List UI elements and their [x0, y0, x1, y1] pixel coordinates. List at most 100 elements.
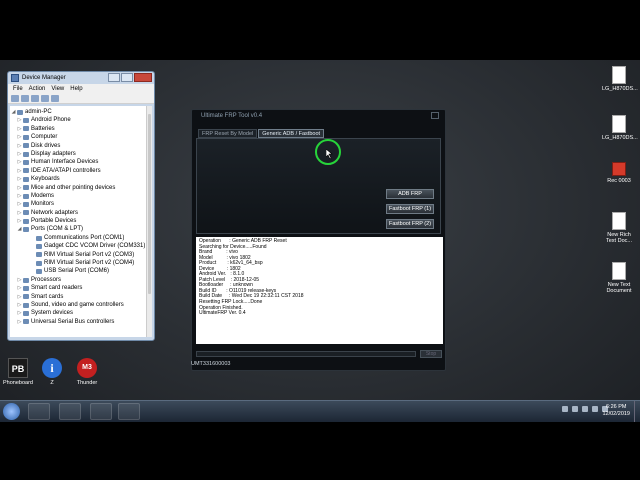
adb-frp-button[interactable]: ADB FRP: [386, 189, 434, 199]
tree-expander-icon[interactable]: ▷: [17, 217, 22, 225]
help-icon[interactable]: [41, 94, 49, 102]
tree-item[interactable]: ▷ Computer: [10, 133, 146, 141]
show-desktop-button[interactable]: [634, 401, 640, 422]
desktop-file-rtf[interactable]: New Rich Text Doc...: [602, 212, 636, 244]
tree-item[interactable]: ◢ Ports (COM & LPT): [10, 225, 146, 233]
tree-item[interactable]: ▷ Disk drives: [10, 142, 146, 150]
tree-expander-icon[interactable]: ◢: [17, 225, 22, 233]
vertical-scrollbar[interactable]: [146, 106, 152, 337]
device-manager-window[interactable]: Device Manager File Action View Help ◢ ad…: [7, 71, 155, 341]
tree-item[interactable]: ▷ Processors: [10, 276, 146, 284]
device-icon: [23, 311, 29, 317]
tree-item[interactable]: ▷ Monitors: [10, 200, 146, 208]
tree-item[interactable]: ▷ Display adapters: [10, 150, 146, 158]
device-icon: [23, 143, 29, 149]
taskbar-firefox-icon[interactable]: [59, 403, 81, 420]
tree-expander-icon[interactable]: ▷: [17, 309, 22, 317]
tree-expander-icon[interactable]: ▷: [17, 142, 22, 150]
tree-expander-icon[interactable]: ▷: [17, 276, 22, 284]
tree-expander-icon[interactable]: ▷: [17, 133, 22, 141]
tree-item[interactable]: ▷ Batteries: [10, 125, 146, 133]
tree-item-label: Human Interface Devices: [31, 159, 99, 166]
menu-view[interactable]: View: [51, 86, 64, 92]
tree-item[interactable]: RIM Virtual Serial Port v2 (COM4): [10, 259, 146, 267]
desktop-file-lg-1[interactable]: LG_H870DS...: [602, 66, 638, 92]
maximize-button[interactable]: [121, 73, 133, 82]
tree-expander-icon[interactable]: ▷: [17, 175, 22, 183]
tab-frp-reset-by-model[interactable]: FRP Reset By Model: [198, 129, 258, 138]
forward-icon[interactable]: [21, 94, 29, 102]
start-button[interactable]: [3, 403, 20, 420]
tray-icon[interactable]: [572, 406, 578, 412]
tree-item[interactable]: ▷ Sound, video and game controllers: [10, 301, 146, 309]
tree-expander-icon[interactable]: ◢: [11, 108, 16, 116]
taskbar-explorer-icon[interactable]: [90, 403, 112, 420]
tree-item[interactable]: RIM Virtual Serial Port v2 (COM3): [10, 251, 146, 259]
tree-expander-icon[interactable]: ▷: [17, 125, 22, 133]
tree-expander-icon[interactable]: ▷: [17, 293, 22, 301]
desktop-file-rec[interactable]: Rec 0003: [602, 162, 636, 184]
tree-item[interactable]: ▷ Portable Devices: [10, 217, 146, 225]
tree-item[interactable]: ▷ Mice and other pointing devices: [10, 184, 146, 192]
tree-item[interactable]: ▷ Network adapters: [10, 209, 146, 217]
tree-expander-icon[interactable]: ▷: [17, 116, 22, 124]
tree-item[interactable]: ▷ Keyboards: [10, 175, 146, 183]
tree-item[interactable]: ▷ Android Phone: [10, 116, 146, 124]
tree-item[interactable]: ▷ Smart cards: [10, 293, 146, 301]
close-button[interactable]: [134, 73, 152, 82]
tree-item[interactable]: ▷ Modems: [10, 192, 146, 200]
tree-expander-icon[interactable]: ▷: [17, 301, 22, 309]
tree-item[interactable]: ▷ IDE ATA/ATAPI controllers: [10, 167, 146, 175]
network-icon[interactable]: [592, 406, 598, 412]
minimize-button[interactable]: [108, 73, 120, 82]
scrollbar-thumb[interactable]: [148, 114, 151, 294]
tree-item[interactable]: USB Serial Port (COM6): [10, 267, 146, 275]
tree-item[interactable]: Communications Port (COM1): [10, 234, 146, 242]
menu-bar: File Action View Help: [8, 84, 154, 93]
tree-expander-icon[interactable]: ▷: [17, 184, 22, 192]
desktop-shortcut-thunder[interactable]: M3 Thunder: [72, 358, 102, 386]
tree-item[interactable]: Gadget CDC VCOM Driver (COM331): [10, 242, 146, 250]
taskbar-app-toolbox[interactable]: [28, 403, 50, 420]
tree-item-label: Gadget CDC VCOM Driver (COM331): [44, 243, 146, 250]
frp-close-button[interactable]: [431, 112, 439, 119]
back-icon[interactable]: [11, 94, 19, 102]
screen: Device Manager File Action View Help ◢ ad…: [0, 60, 640, 422]
tree-item[interactable]: ▷ Smart card readers: [10, 284, 146, 292]
tree-item[interactable]: ▷ System devices: [10, 309, 146, 317]
scan-hardware-icon[interactable]: [51, 94, 59, 102]
fastboot-frp-1-button[interactable]: Fastboot FRP (1): [386, 204, 434, 214]
tray-icon[interactable]: [562, 406, 568, 412]
tree-expander-icon[interactable]: ▷: [17, 150, 22, 158]
device-tree[interactable]: ◢ admin-PC ▷ Android Phone ▷ Batteries ▷ Comput…: [10, 106, 146, 337]
window-title: Device Manager: [22, 75, 66, 81]
taskbar-device-manager-icon[interactable]: [118, 403, 140, 420]
tree-item[interactable]: ▷ Universal Serial Bus controllers: [10, 318, 146, 326]
tree-expander-icon[interactable]: ▷: [17, 318, 22, 326]
desktop-shortcut-phoneboard[interactable]: PB Phoneboard: [3, 358, 33, 386]
menu-file[interactable]: File: [13, 86, 23, 92]
clock[interactable]: 6:26 PM 12/02/2019: [602, 404, 630, 418]
menu-help[interactable]: Help: [70, 86, 82, 92]
frp-titlebar[interactable]: Ultimate FRP Tool v0.4: [192, 110, 445, 122]
stop-button[interactable]: Stop: [420, 350, 442, 358]
device-icon: [36, 252, 42, 258]
tree-expander-icon[interactable]: ▷: [17, 284, 22, 292]
menu-action[interactable]: Action: [29, 86, 46, 92]
tree-item[interactable]: ▷ Human Interface Devices: [10, 158, 146, 166]
tree-expander-icon[interactable]: ▷: [17, 209, 22, 217]
document-icon: [612, 212, 626, 230]
fastboot-frp-2-button[interactable]: Fastboot FRP (2): [386, 219, 434, 229]
tab-generic-adb-fastboot[interactable]: Generic ADB / Fastboot: [258, 129, 325, 138]
tree-item[interactable]: ◢ admin-PC: [10, 108, 146, 116]
properties-icon[interactable]: [31, 94, 39, 102]
tree-expander-icon[interactable]: ▷: [17, 192, 22, 200]
desktop-file-txt[interactable]: New Text Document: [602, 262, 636, 294]
tree-expander-icon[interactable]: ▷: [17, 167, 22, 175]
tree-expander-icon[interactable]: ▷: [17, 158, 22, 166]
desktop-file-label: New Rich Text Doc...: [606, 232, 632, 244]
desktop-file-lg-2[interactable]: LG_H870DS...: [602, 115, 638, 141]
tree-expander-icon[interactable]: ▷: [17, 200, 22, 208]
desktop-shortcut-z[interactable]: i Z: [38, 358, 66, 386]
tray-icon[interactable]: [582, 406, 588, 412]
